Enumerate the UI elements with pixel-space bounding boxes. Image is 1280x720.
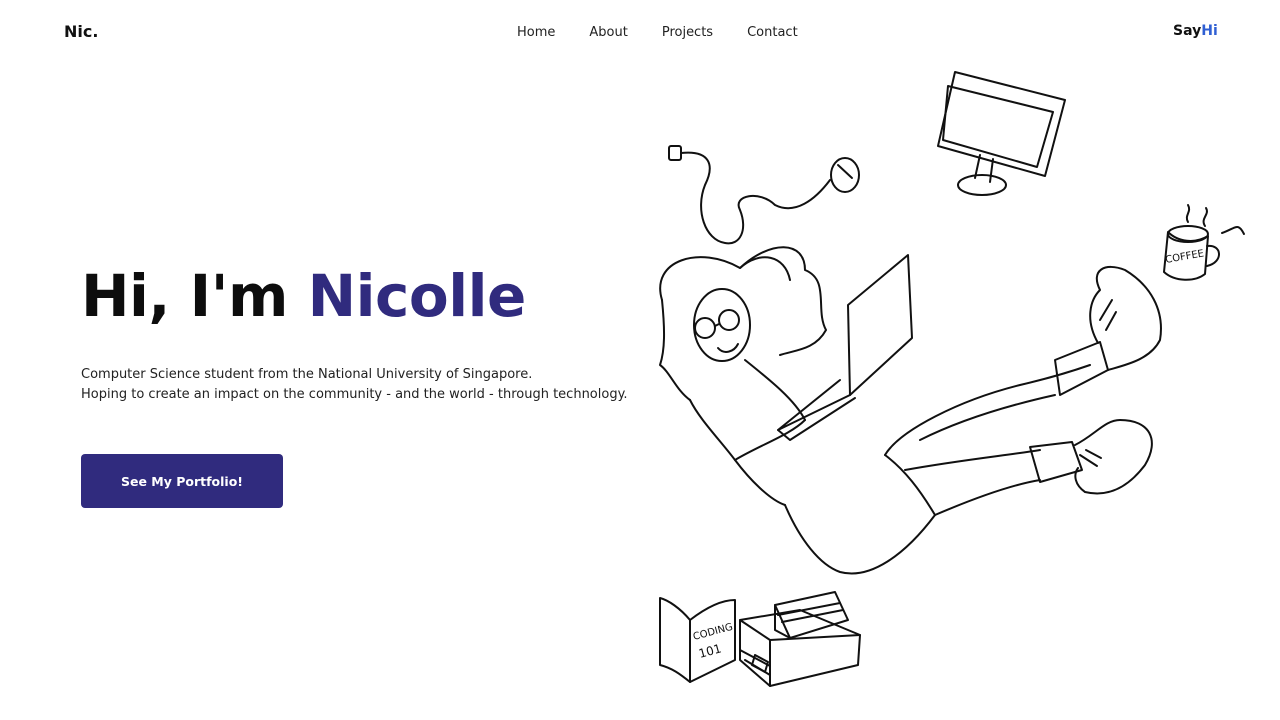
hero-greeting: Hi, I'm (81, 262, 288, 330)
main-nav: Home About Projects Contact (517, 25, 798, 40)
monitor-doodle (937, 71, 1066, 196)
hero-tagline-line1: Computer Science student from the Nation… (81, 367, 533, 382)
nav-home-link[interactable]: Home (517, 25, 555, 40)
books-doodle: CODING 101 (659, 591, 861, 687)
mug-label: COFFEE (1165, 248, 1205, 266)
hero-title: Hi, I'm Nicolle (81, 262, 526, 332)
book-label-line2: 101 (697, 641, 723, 660)
say-hi-accent: Hi (1201, 23, 1218, 39)
hero-name: Nicolle (307, 262, 527, 330)
nav-contact-link[interactable]: Contact (747, 25, 798, 40)
hero-tagline-line2: Hoping to create an impact on the commun… (81, 387, 628, 402)
see-portfolio-button[interactable]: See My Portfolio! (81, 454, 283, 508)
mouse-doodle (668, 145, 860, 245)
hero-tagline: Computer Science student from the Nation… (81, 365, 628, 405)
site-logo[interactable]: Nic. (64, 22, 98, 41)
nav-about-link[interactable]: About (589, 25, 627, 40)
coffee-mug-doodle: COFFEE (1163, 204, 1245, 281)
book-label-line1: CODING (692, 622, 734, 643)
say-hi-prefix: Say (1173, 23, 1202, 39)
nav-projects-link[interactable]: Projects (662, 25, 713, 40)
girl-doodle (659, 246, 1162, 575)
hero-illustration: COFFEE CODING 101 (640, 60, 1260, 700)
say-hi-link[interactable]: SayHi (1173, 23, 1218, 39)
